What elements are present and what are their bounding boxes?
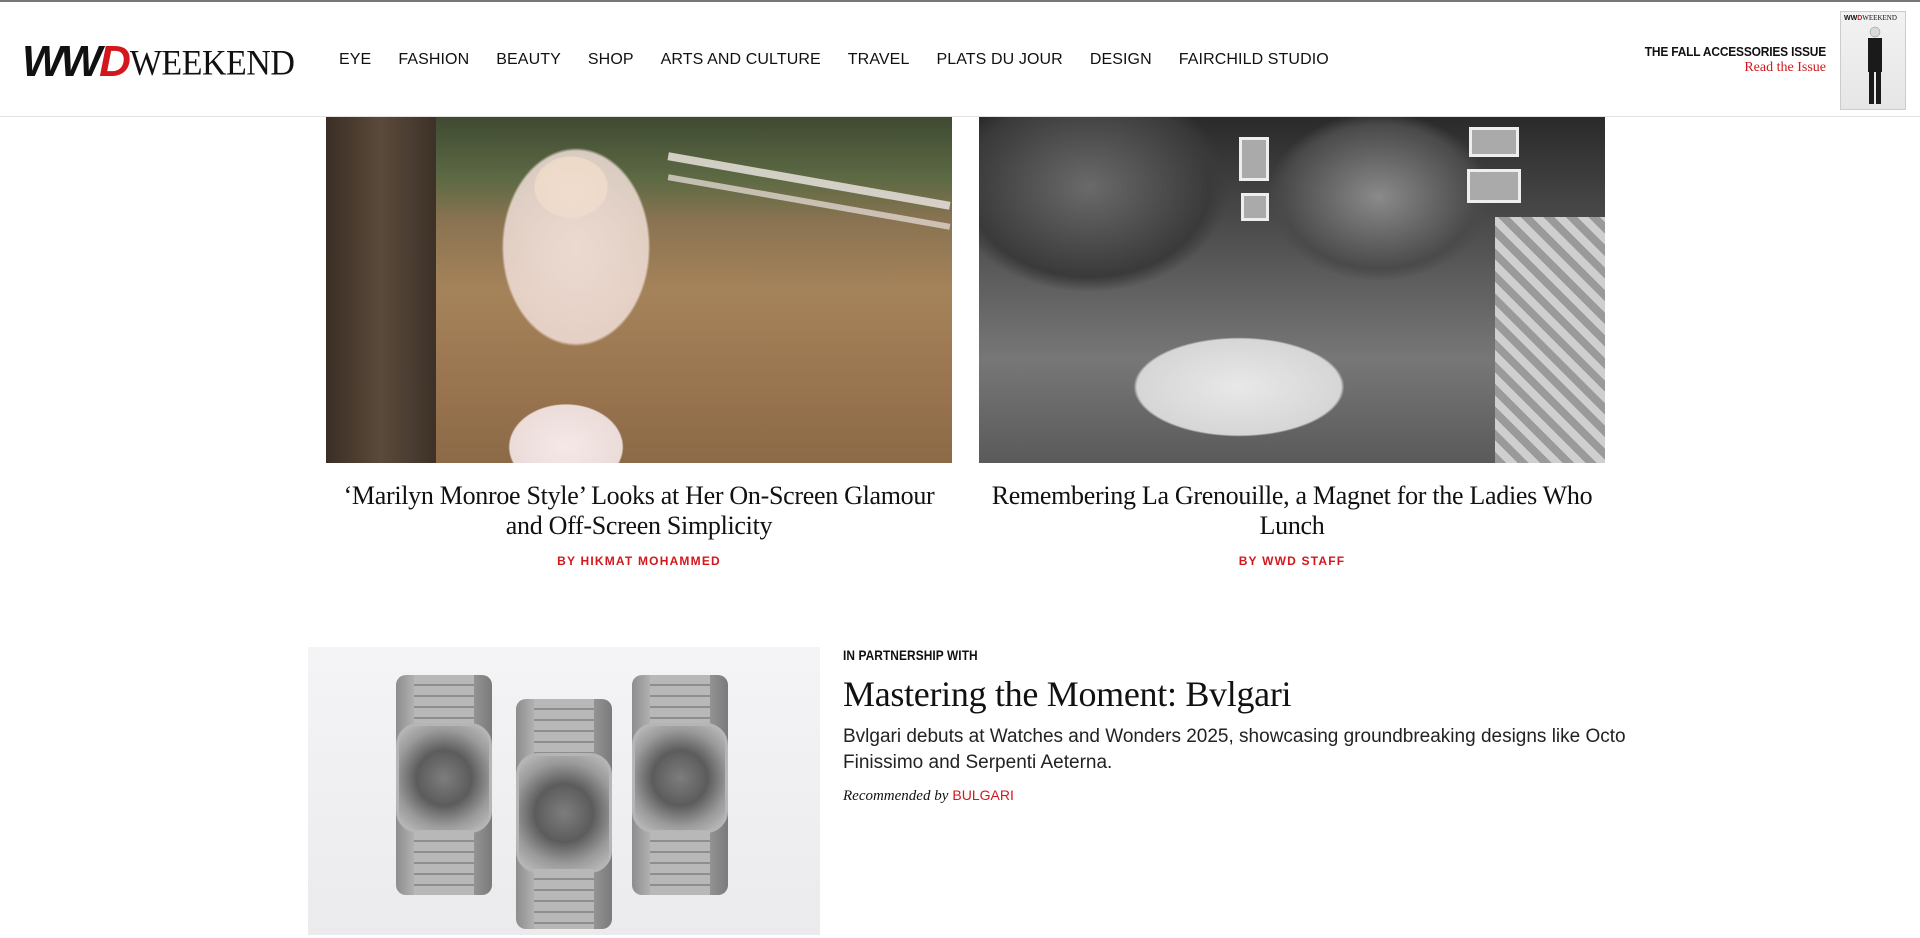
recommended-label: Recommended by: [843, 788, 949, 804]
story-image-la-grenouille[interactable]: [979, 117, 1605, 463]
nav-item-fashion[interactable]: FASHION: [398, 50, 469, 70]
logo-wwd: WWD: [22, 37, 131, 86]
main-nav: EYE FASHION BEAUTY SHOP ARTS AND CULTURE…: [339, 50, 1356, 70]
sponsored-description: Bvlgari debuts at Watches and Wonders 20…: [843, 726, 1626, 773]
nav-item-shop[interactable]: SHOP: [588, 50, 634, 70]
cover-figure-image: [1868, 26, 1882, 104]
sponsored-kicker: IN PARTNERSHIP WITH: [843, 647, 978, 663]
issue-title: THE FALL ACCESSORIES ISSUE: [1644, 44, 1826, 59]
story-byline[interactable]: BY HIKMAT MOHAMMED: [326, 554, 952, 568]
cover-masthead: WWDWEEKEND: [1844, 14, 1897, 22]
watch-image: [516, 699, 612, 929]
nav-item-eye[interactable]: EYE: [339, 50, 371, 70]
sponsored-image-bvlgari-watches[interactable]: [308, 647, 820, 935]
nav-item-fairchild-studio[interactable]: FAIRCHILD STUDIO: [1179, 50, 1329, 70]
recommended-by: Recommended by BULGARI: [843, 787, 1014, 805]
nav-item-beauty[interactable]: BEAUTY: [496, 50, 561, 70]
issue-cover-thumbnail[interactable]: WWDWEEKEND: [1840, 11, 1906, 110]
wall-frame: [1467, 169, 1521, 203]
story-title[interactable]: Remembering La Grenouille, a Magnet for …: [979, 481, 1605, 541]
read-issue-link[interactable]: Read the Issue: [1629, 60, 1826, 76]
nav-item-arts-and-culture[interactable]: ARTS AND CULTURE: [661, 50, 821, 70]
wwd-weekend-logo[interactable]: WWD WEEKEND: [22, 37, 295, 86]
nav-item-plats-du-jour[interactable]: PLATS DU JOUR: [936, 50, 1062, 70]
sponsor-brand-link[interactable]: BULGARI: [952, 787, 1013, 803]
watch-image: [632, 675, 728, 895]
nav-item-design[interactable]: DESIGN: [1090, 50, 1152, 70]
wall-frame: [1469, 127, 1519, 157]
watch-image: [396, 675, 492, 895]
nav-item-travel[interactable]: TRAVEL: [848, 50, 910, 70]
logo-weekend: WEEKEND: [129, 44, 295, 83]
issue-promo: THE FALL ACCESSORIES ISSUE Read the Issu…: [1629, 44, 1826, 76]
wall-frame: [1241, 193, 1269, 221]
story-byline[interactable]: BY WWD STAFF: [979, 554, 1605, 568]
site-header: WWD WEEKEND EYE FASHION BEAUTY SHOP ARTS…: [0, 0, 1920, 117]
story-title[interactable]: ‘Marilyn Monroe Style’ Looks at Her On-S…: [326, 481, 952, 541]
tree-trunk-shape: [326, 117, 436, 463]
sponsored-title[interactable]: Mastering the Moment: Bvlgari: [843, 672, 1292, 716]
story-image-marilyn-monroe[interactable]: [326, 117, 952, 463]
wall-frame: [1239, 137, 1269, 181]
decorative-screen: [1495, 217, 1605, 463]
